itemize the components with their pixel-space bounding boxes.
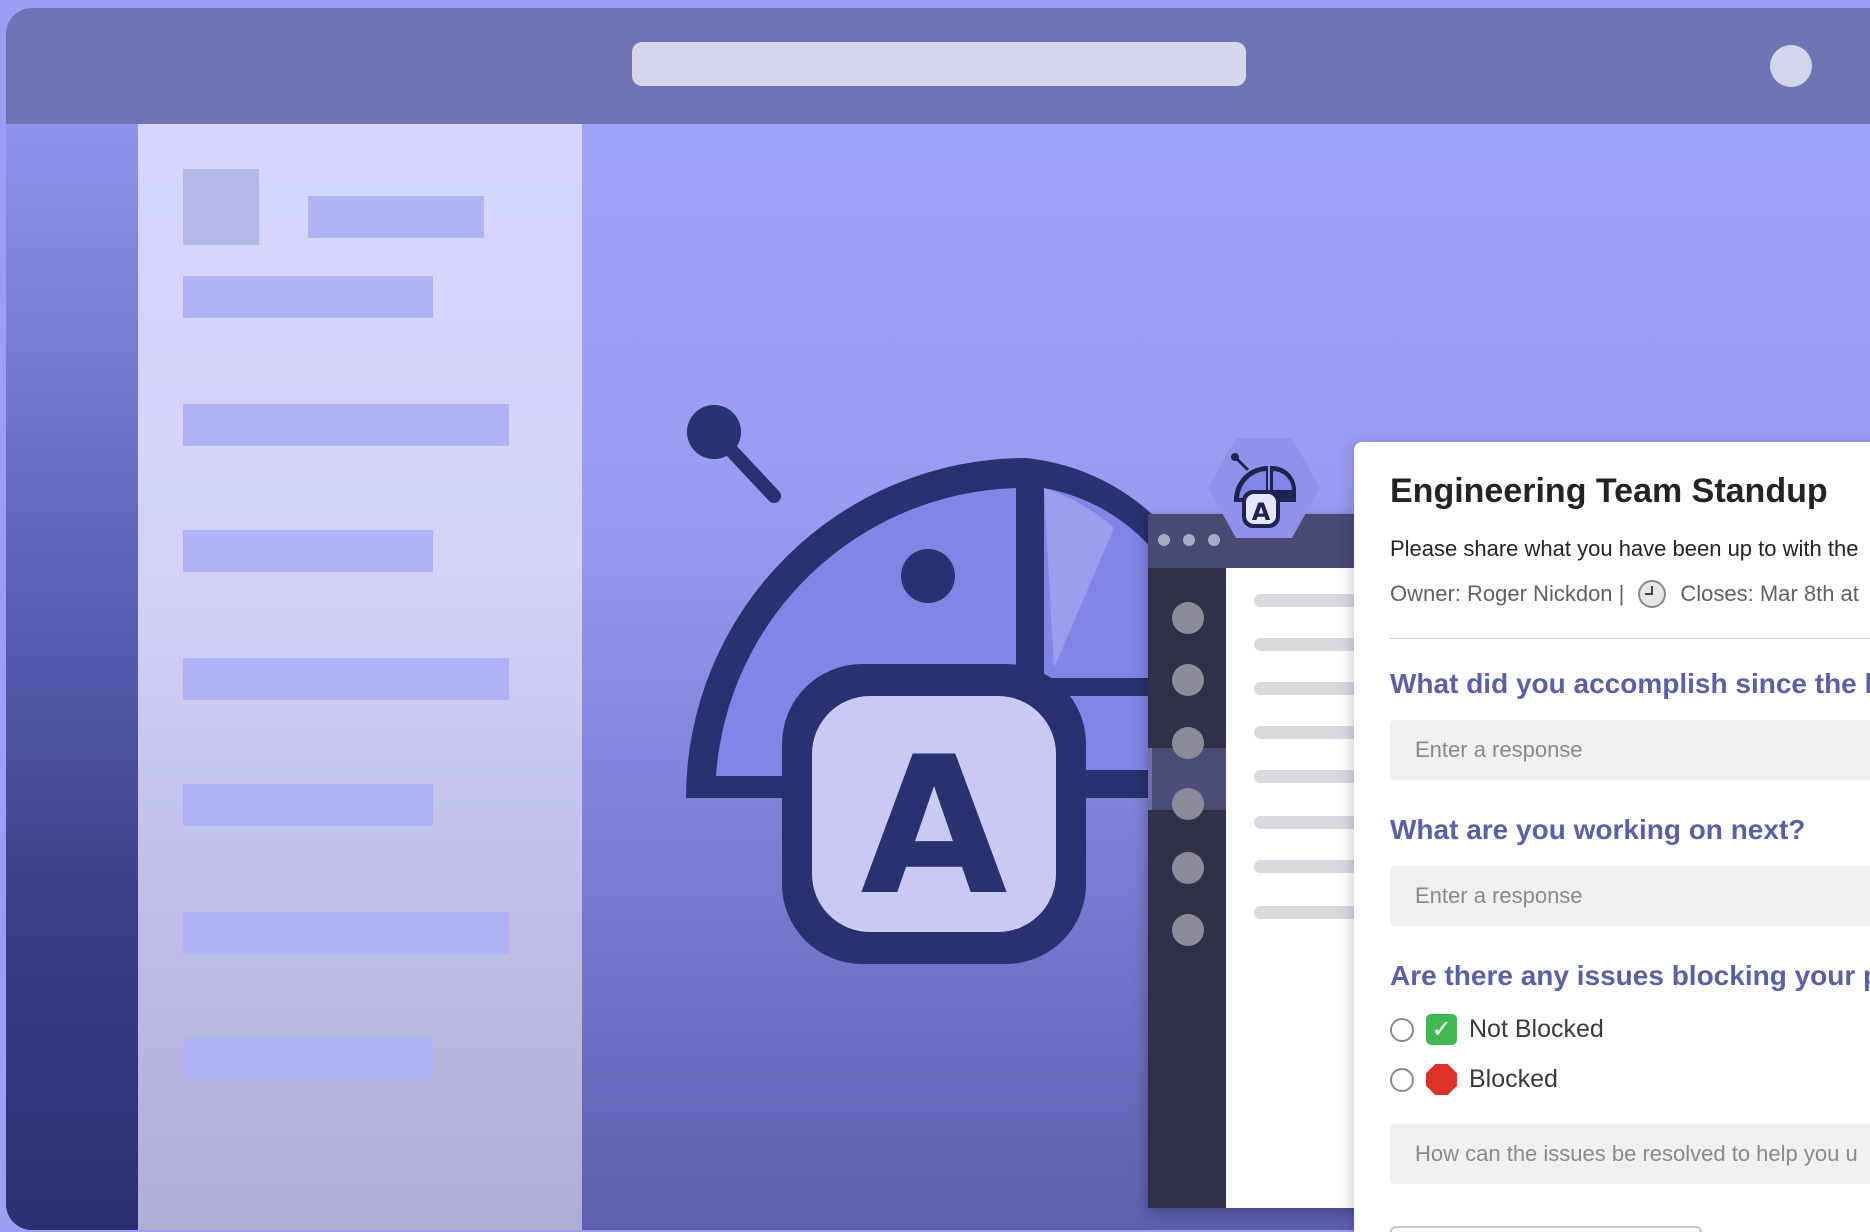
response-input-working-on[interactable]: Enter a response	[1390, 866, 1870, 926]
app-badge-icon: A	[1208, 438, 1320, 538]
form-description: Please share what you have been up to wi…	[1390, 536, 1859, 561]
list-item[interactable]	[183, 912, 509, 954]
mini-nav-item[interactable]	[1172, 664, 1204, 696]
option-not-blocked[interactable]: ✓ Not Blocked	[1390, 1014, 1604, 1045]
list-item[interactable]	[183, 1038, 433, 1080]
radio-button[interactable]	[1390, 1067, 1414, 1092]
check-mark-emoji-icon: ✓	[1426, 1014, 1457, 1045]
owner-label: Owner: Roger Nickdon |	[1390, 581, 1625, 606]
closes-label: Closes: Mar 8th at	[1680, 581, 1859, 606]
mini-content-line	[1254, 682, 1368, 695]
mini-app-preview	[1148, 514, 1368, 1208]
option-label: Blocked	[1469, 1065, 1558, 1093]
mini-nav-item[interactable]	[1172, 914, 1204, 946]
mini-content-line	[1254, 816, 1368, 829]
option-blocked[interactable]: Blocked	[1390, 1064, 1558, 1095]
mini-content-line	[1254, 726, 1368, 739]
window-control-dot	[1183, 534, 1195, 546]
window-control-dot	[1158, 534, 1170, 546]
question-blockers: Are there any issues blocking your pro	[1390, 960, 1870, 991]
mini-nav-item[interactable]	[1172, 602, 1204, 634]
list-item[interactable]	[183, 658, 509, 700]
question-working-on: What are you working on next?	[1390, 814, 1806, 845]
search-bar[interactable]	[632, 42, 1246, 86]
mini-content-line	[1254, 594, 1368, 607]
form-title: Engineering Team Standup	[1390, 472, 1828, 510]
list-item[interactable]	[183, 276, 433, 318]
list-item[interactable]	[183, 784, 433, 826]
mini-content-line	[1254, 860, 1368, 873]
mini-nav-item[interactable]	[1172, 727, 1204, 759]
clock-icon	[1638, 580, 1667, 608]
mini-sidebar	[1148, 568, 1226, 1208]
mini-content-line	[1254, 906, 1368, 919]
profile-avatar[interactable]	[1770, 45, 1812, 87]
badge-letter: A	[1252, 498, 1271, 526]
stop-sign-emoji-icon	[1426, 1064, 1457, 1095]
app-rail	[6, 124, 138, 1230]
mini-content-line	[1254, 638, 1368, 651]
mini-nav-item[interactable]	[1172, 788, 1204, 820]
standup-form-card: Engineering Team Standup Please share wh…	[1354, 442, 1870, 1232]
divider	[1390, 638, 1870, 639]
mascot-letter: A	[860, 716, 1007, 937]
response-input-accomplished[interactable]: Enter a response	[1390, 720, 1870, 780]
mini-content-line	[1254, 770, 1368, 783]
form-meta: Owner: Roger Nickdon | Closes: Mar 8th a…	[1390, 580, 1859, 608]
list-item[interactable]	[183, 530, 433, 572]
option-label: Not Blocked	[1469, 1015, 1604, 1043]
submit-button[interactable]	[1390, 1226, 1702, 1232]
response-input-blocker-resolution[interactable]: How can the issues be resolved to help y…	[1390, 1124, 1870, 1184]
chat-list-panel	[138, 124, 582, 1230]
mascot-logo-icon: A	[686, 405, 1224, 964]
list-header-placeholder	[308, 196, 484, 238]
list-avatar-placeholder	[183, 169, 259, 245]
title-bar	[6, 8, 1870, 124]
mini-nav-item[interactable]	[1172, 852, 1204, 884]
radio-button[interactable]	[1390, 1017, 1414, 1042]
list-item[interactable]	[183, 404, 509, 446]
question-accomplished: What did you accomplish since the las	[1390, 668, 1870, 699]
